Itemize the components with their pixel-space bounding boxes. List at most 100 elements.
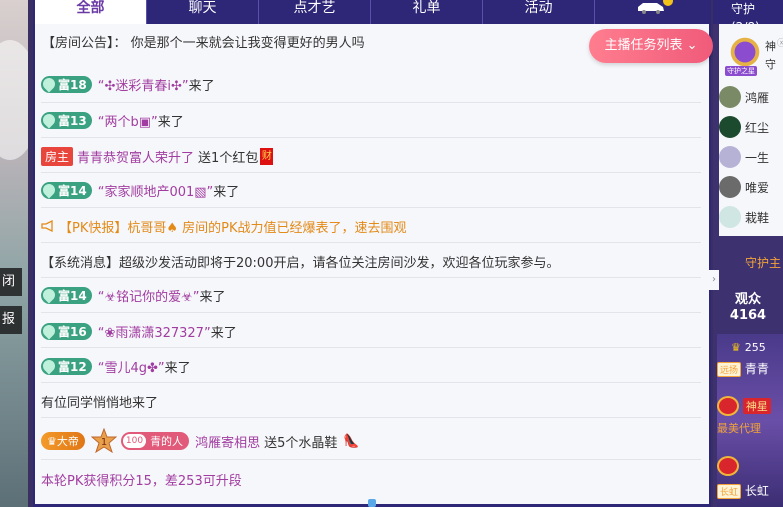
- username[interactable]: “两个b▣”: [98, 111, 158, 130]
- divider: [41, 207, 701, 208]
- audience-item[interactable]: ♛ 255 远扬 青青: [717, 340, 783, 377]
- message-text: 送1个红包: [198, 150, 259, 166]
- divider: [41, 102, 701, 103]
- tab-gift-list[interactable]: 礼单: [371, 0, 483, 24]
- audience-score: 255: [744, 341, 766, 354]
- red-envelope-icon: 财: [260, 147, 274, 165]
- message-text: 有位同学悄悄地来了: [41, 395, 159, 411]
- username[interactable]: “✣迷彩青春i✣”: [98, 75, 189, 94]
- emperor-badge: ♛ 大帝: [41, 432, 85, 450]
- guard-crown-avatar[interactable]: [727, 34, 763, 70]
- list-item: 富13 “两个b▣” 来了: [40, 109, 184, 131]
- wealth-level-text: 富12: [58, 359, 87, 374]
- star-level-icon: 1: [90, 428, 117, 454]
- guard-item[interactable]: 鸿雁: [719, 86, 783, 108]
- wealth-level-text: 富18: [58, 77, 87, 92]
- username[interactable]: “雪儿4g✤”: [98, 357, 165, 376]
- fan-level: 100: [122, 434, 147, 448]
- medal-icon: [717, 456, 739, 476]
- pk-score-message: 本轮PK获得积分15，差253可升段: [41, 468, 242, 490]
- divider: [41, 242, 701, 243]
- task-button-label: 主播任务列表: [604, 38, 683, 53]
- avatar: [719, 206, 741, 228]
- username[interactable]: 鸿雁寄相思: [195, 432, 260, 451]
- divider: [41, 137, 701, 138]
- message-text: 本轮PK获得积分15，差253可升段: [41, 473, 242, 489]
- close-video-button[interactable]: 闭: [0, 268, 22, 296]
- guard-item[interactable]: 唯爱: [719, 176, 783, 198]
- video-highlight: [0, 40, 28, 160]
- right-panel: 守护(2/8) 守护之星 神 守 ⓧ 鸿雁 红尘 一生 唯爱 栽鞋 守护主 › …: [709, 0, 783, 507]
- username[interactable]: “家家顺地产001▧”: [98, 181, 214, 200]
- wealth-level-text: 富16: [58, 324, 87, 339]
- divider: [41, 347, 701, 348]
- guard-item[interactable]: 栽鞋: [719, 206, 783, 228]
- megaphone-icon: [41, 220, 53, 232]
- host-badge: 房主: [41, 146, 74, 166]
- audience-name: 长虹: [744, 484, 769, 498]
- divider: [41, 459, 701, 460]
- audience-item[interactable]: 神星 最美代理: [717, 396, 783, 435]
- list-item: 富14 “☣铭记你的爱☣” 来了: [40, 284, 226, 306]
- username[interactable]: “❀雨潇潇327327”: [98, 322, 211, 341]
- tab-talent[interactable]: 点才艺: [259, 0, 371, 24]
- wealth-level-text: 富14: [58, 288, 87, 303]
- tab-activity[interactable]: 活动: [483, 0, 595, 24]
- guard-name: 栽鞋: [745, 210, 770, 225]
- drop-icon: [40, 357, 58, 375]
- message-text: 【PK快报】杭哥哥♠ 房间的PK战力值已经爆表了，速去围观: [59, 220, 407, 236]
- list-item: 富16 “❀雨潇潇327327” 来了: [40, 320, 237, 342]
- medal-icon: [717, 396, 739, 416]
- close-icon[interactable]: ⓧ: [777, 36, 783, 49]
- list-item: 富18 “✣迷彩青春i✣” 来了: [40, 73, 215, 95]
- guard-top-name: 神: [765, 40, 776, 53]
- avatar: [719, 146, 741, 168]
- anchor-task-list-button[interactable]: 主播任务列表 ⌄: [589, 29, 713, 63]
- chevron-right-icon[interactable]: ›: [709, 270, 719, 290]
- drop-icon: [40, 286, 58, 304]
- guard-item[interactable]: 一生: [719, 146, 783, 168]
- pk-news-message[interactable]: 【PK快报】杭哥哥♠ 房间的PK战力值已经爆表了，速去围观: [41, 215, 407, 237]
- emperor-badge-text: 大帝: [56, 435, 79, 448]
- crown-icon: ♛: [731, 341, 741, 354]
- wealth-level-text: 富14: [58, 183, 87, 198]
- audience-item[interactable]: 长虹 长虹: [717, 456, 783, 499]
- wealth-level-badge: 富16: [40, 322, 92, 340]
- audience-tag: 长虹: [717, 484, 742, 499]
- guard-item[interactable]: 红尘: [719, 116, 783, 138]
- list-item: 富12 “雪儿4g✤” 来了: [40, 355, 191, 377]
- audience-name: 神星: [742, 397, 771, 414]
- avatar: [719, 116, 741, 138]
- message-text: 富人荣升了: [129, 150, 195, 166]
- username[interactable]: “☣铭记你的爱☣”: [98, 286, 200, 305]
- crystal-shoe-icon: 👠: [343, 433, 360, 449]
- divider: [41, 312, 701, 313]
- report-button[interactable]: 报: [0, 306, 22, 334]
- list-item: 富14 “家家顺地产001▧” 来了: [40, 179, 240, 201]
- username[interactable]: 青青恭贺: [77, 147, 129, 166]
- wealth-level-badge: 富14: [40, 181, 92, 199]
- drop-icon: [40, 322, 58, 340]
- message-text: 来了: [188, 78, 215, 94]
- guard-name: 一生: [745, 150, 770, 165]
- video-preview[interactable]: 闭 报: [0, 0, 28, 507]
- audience-count: 观众 4164: [713, 292, 783, 324]
- guard-name: 唯爱: [745, 180, 770, 195]
- tab-chat[interactable]: 聊天: [147, 0, 259, 24]
- message-text: 来了: [213, 184, 240, 200]
- fan-club-badge: 100 青的人: [120, 432, 190, 450]
- system-message: 【系统消息】超级沙发活动即将于20:00开启，请各位关注房间沙发，欢迎各位玩家参…: [41, 250, 559, 272]
- crown-icon: ♛: [47, 434, 57, 448]
- audience-tag: 最美代理: [717, 422, 761, 435]
- guard-star-label: 守护之星: [725, 66, 757, 76]
- message-text: 来了: [210, 325, 237, 341]
- wealth-level-badge: 富14: [40, 286, 92, 304]
- resize-handle[interactable]: [368, 499, 376, 507]
- tab-car[interactable]: [595, 0, 709, 24]
- drop-icon: [40, 111, 58, 129]
- guard-name: 红尘: [745, 120, 770, 135]
- message-text: 送5个水晶鞋: [264, 435, 338, 451]
- tab-all[interactable]: 全部: [35, 0, 147, 24]
- guard-footer[interactable]: 守护主: [745, 254, 781, 271]
- guard-top-sub: 守: [765, 58, 776, 71]
